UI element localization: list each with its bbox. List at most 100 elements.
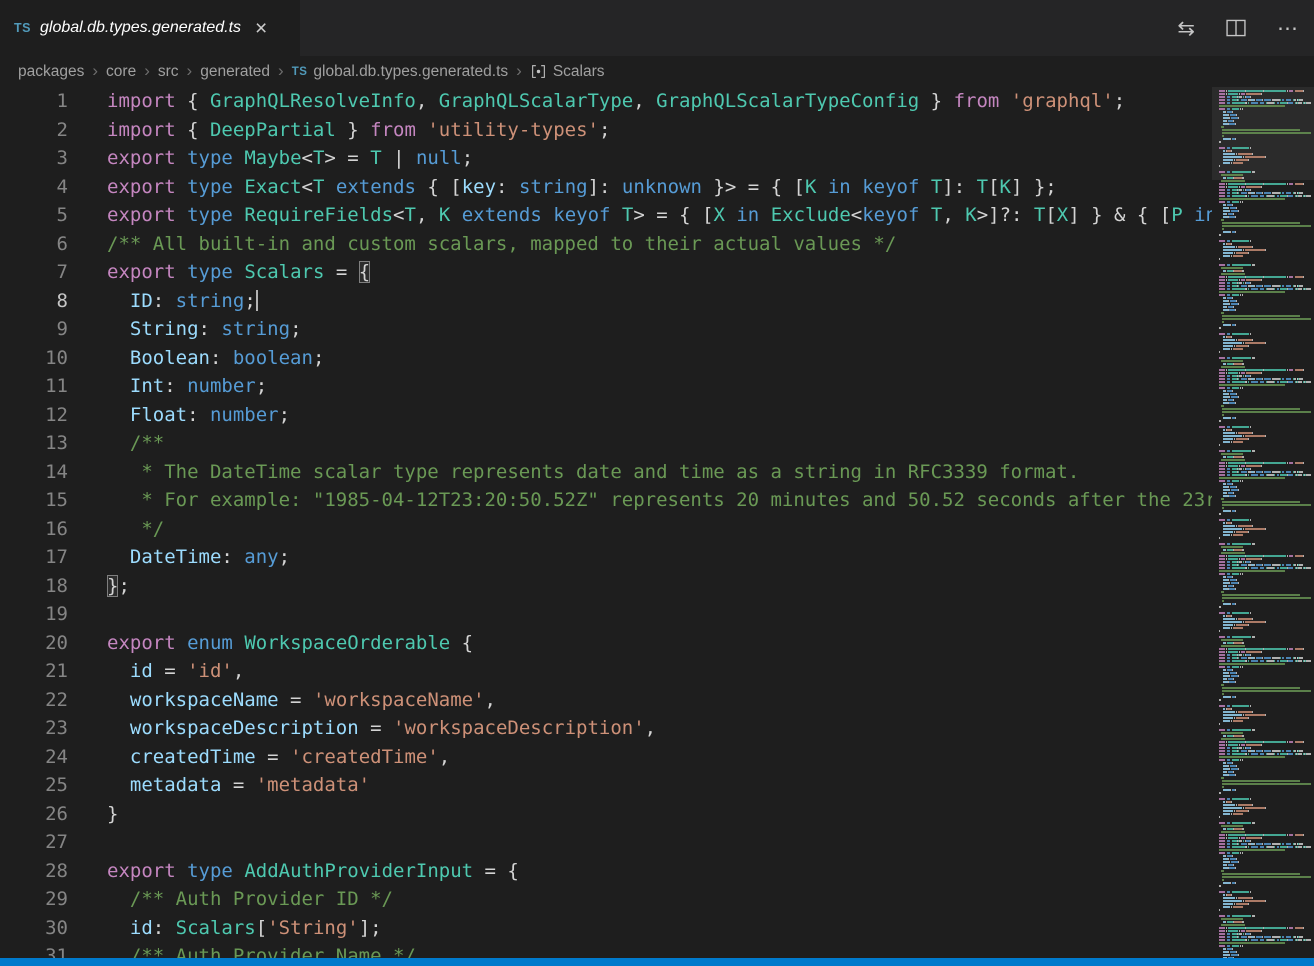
code-line[interactable]: 9 String: string;: [0, 315, 1314, 344]
code-line[interactable]: 3export type Maybe<T> = T | null;: [0, 144, 1314, 173]
line-number[interactable]: 17: [0, 543, 68, 572]
code-line[interactable]: 16 */: [0, 515, 1314, 544]
code-line[interactable]: 2import { DeepPartial } from 'utility-ty…: [0, 116, 1314, 145]
line-number[interactable]: 4: [0, 173, 68, 202]
line-number[interactable]: 27: [0, 828, 68, 857]
code-line[interactable]: 13 /**: [0, 429, 1314, 458]
breadcrumb-item-file[interactable]: TS global.db.types.generated.ts: [292, 63, 508, 81]
breadcrumb-separator: ›: [516, 61, 522, 81]
code-line-content: * For example: "1985-04-12T23:20:50.52Z"…: [68, 486, 1228, 515]
code-line-content: };: [68, 572, 130, 601]
line-number[interactable]: 20: [0, 629, 68, 658]
line-number[interactable]: 19: [0, 600, 68, 629]
code-line[interactable]: 22 workspaceName = 'workspaceName',: [0, 686, 1314, 715]
line-number[interactable]: 22: [0, 686, 68, 715]
line-number[interactable]: 16: [0, 515, 68, 544]
line-number[interactable]: 23: [0, 714, 68, 743]
line-number[interactable]: 10: [0, 344, 68, 373]
code-area[interactable]: 1import { GraphQLResolveInfo, GraphQLSca…: [0, 87, 1314, 958]
code-line[interactable]: 29 /** Auth Provider ID */: [0, 885, 1314, 914]
line-number[interactable]: 9: [0, 315, 68, 344]
code-line[interactable]: 23 workspaceDescription = 'workspaceDesc…: [0, 714, 1314, 743]
code-line-content: /**: [68, 429, 164, 458]
code-line[interactable]: 20export enum WorkspaceOrderable {: [0, 629, 1314, 658]
code-line-content: */: [68, 515, 164, 544]
line-number[interactable]: 28: [0, 857, 68, 886]
line-number[interactable]: 12: [0, 401, 68, 430]
code-line[interactable]: 19: [0, 600, 1314, 629]
breadcrumb-item-core[interactable]: core: [106, 63, 136, 81]
line-number[interactable]: 3: [0, 144, 68, 173]
code-line[interactable]: 7export type Scalars = {: [0, 258, 1314, 287]
code-line[interactable]: 28export type AddAuthProviderInput = {: [0, 857, 1314, 886]
line-number[interactable]: 7: [0, 258, 68, 287]
code-line-content: * The DateTime scalar type represents da…: [68, 458, 1079, 487]
code-line-content: }: [68, 800, 118, 829]
code-line[interactable]: 27: [0, 828, 1314, 857]
line-number[interactable]: 25: [0, 771, 68, 800]
line-number[interactable]: 2: [0, 116, 68, 145]
line-number[interactable]: 15: [0, 486, 68, 515]
minimap[interactable]: [1212, 87, 1314, 958]
code-line[interactable]: 5export type RequireFields<T, K extends …: [0, 201, 1314, 230]
more-actions-icon[interactable]: ⋯: [1277, 18, 1298, 39]
line-number[interactable]: 5: [0, 201, 68, 230]
breadcrumb-item-symbol[interactable]: Scalars: [530, 63, 605, 81]
line-number[interactable]: 24: [0, 743, 68, 772]
code-line-content: Float: number;: [68, 401, 290, 430]
code-line-content: ID: string;: [68, 287, 258, 316]
breadcrumb-item-generated[interactable]: generated: [200, 63, 270, 81]
line-number[interactable]: 14: [0, 458, 68, 487]
line-number[interactable]: 29: [0, 885, 68, 914]
code-line-content: import { GraphQLResolveInfo, GraphQLScal…: [68, 87, 1125, 116]
code-line[interactable]: 17 DateTime: any;: [0, 543, 1314, 572]
code-line[interactable]: 30 id: Scalars['String'];: [0, 914, 1314, 943]
tab-global-db-types[interactable]: TS global.db.types.generated.ts ×: [0, 0, 300, 56]
line-number[interactable]: 18: [0, 572, 68, 601]
breadcrumb-separator: ›: [144, 61, 150, 81]
line-number[interactable]: 1: [0, 87, 68, 116]
typescript-file-icon: TS: [14, 21, 31, 35]
code-line[interactable]: 24 createdTime = 'createdTime',: [0, 743, 1314, 772]
open-changes-icon[interactable]: ⇆: [1177, 18, 1195, 39]
breadcrumb-item-packages[interactable]: packages: [18, 63, 84, 81]
breadcrumb-symbol-label: Scalars: [553, 63, 605, 81]
breadcrumb: packages › core › src › generated › TS g…: [0, 56, 1314, 87]
code-line[interactable]: 8 ID: string;: [0, 287, 1314, 316]
breadcrumb-separator: ›: [187, 61, 193, 81]
code-line[interactable]: 31 /** Auth Provider Name */: [0, 942, 1314, 958]
code-line[interactable]: 10 Boolean: boolean;: [0, 344, 1314, 373]
code-line[interactable]: 12 Float: number;: [0, 401, 1314, 430]
line-number[interactable]: 21: [0, 657, 68, 686]
tab-close-icon[interactable]: ×: [250, 17, 272, 40]
code-line-content: export type RequireFields<T, K extends k…: [68, 201, 1217, 230]
breadcrumb-item-src[interactable]: src: [158, 63, 179, 81]
code-line-content: /** Auth Provider Name */: [68, 942, 416, 958]
breadcrumb-separator: ›: [278, 61, 284, 81]
split-editor-icon[interactable]: [1225, 17, 1247, 39]
tab-title: global.db.types.generated.ts: [40, 19, 241, 37]
code-line[interactable]: 15 * For example: "1985-04-12T23:20:50.5…: [0, 486, 1314, 515]
code-line[interactable]: 14 * The DateTime scalar type represents…: [0, 458, 1314, 487]
code-line[interactable]: 11 Int: number;: [0, 372, 1314, 401]
line-number[interactable]: 11: [0, 372, 68, 401]
code-line[interactable]: 18};: [0, 572, 1314, 601]
code-line[interactable]: 1import { GraphQLResolveInfo, GraphQLSca…: [0, 87, 1314, 116]
line-number[interactable]: 6: [0, 230, 68, 259]
code-line[interactable]: 25 metadata = 'metadata': [0, 771, 1314, 800]
line-number[interactable]: 26: [0, 800, 68, 829]
line-number[interactable]: 8: [0, 287, 68, 316]
code-line-content: metadata = 'metadata': [68, 771, 370, 800]
code-line-content: export type AddAuthProviderInput = {: [68, 857, 519, 886]
code-line[interactable]: 21 id = 'id',: [0, 657, 1314, 686]
code-line[interactable]: 26}: [0, 800, 1314, 829]
line-number[interactable]: 13: [0, 429, 68, 458]
code-line[interactable]: 4export type Exact<T extends { [key: str…: [0, 173, 1314, 202]
editor[interactable]: 1import { GraphQLResolveInfo, GraphQLSca…: [0, 87, 1314, 958]
line-number[interactable]: 30: [0, 914, 68, 943]
status-bar: [0, 958, 1314, 966]
line-number[interactable]: 31: [0, 942, 68, 958]
code-line-content: id = 'id',: [68, 657, 244, 686]
code-line-content: Int: number;: [68, 372, 267, 401]
code-line[interactable]: 6/** All built-in and custom scalars, ma…: [0, 230, 1314, 259]
